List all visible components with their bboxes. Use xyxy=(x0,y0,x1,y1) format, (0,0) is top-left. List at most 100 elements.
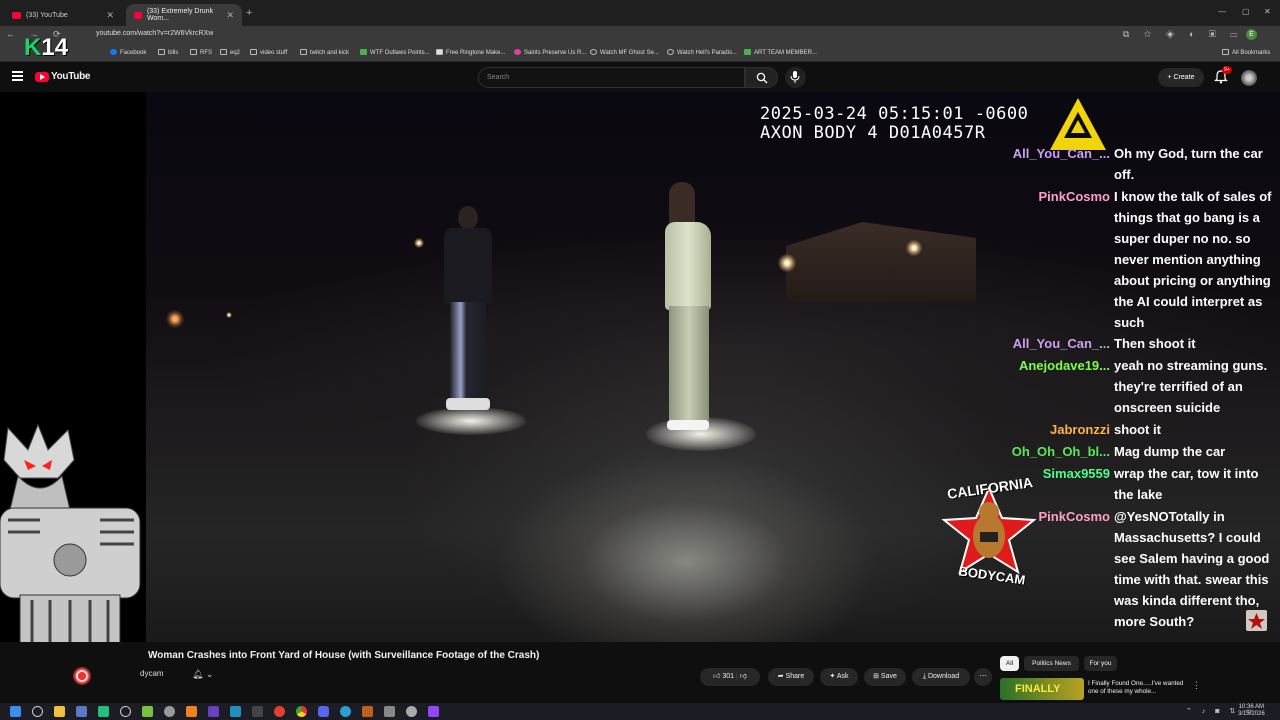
chip-all[interactable]: All xyxy=(1000,656,1019,671)
settings-icon[interactable] xyxy=(120,706,131,717)
site-icon xyxy=(514,49,521,55)
search-input[interactable]: Search xyxy=(478,67,745,88)
youtube-favicon-icon xyxy=(12,11,21,19)
close-window-icon[interactable]: ✕ xyxy=(1264,7,1271,16)
search-icon xyxy=(756,72,768,84)
app-icon[interactable] xyxy=(208,706,219,717)
share-button[interactable]: ➦ Share xyxy=(768,668,814,686)
microphone-icon xyxy=(790,71,800,83)
chat-message: All_You_Can_... Oh my God, turn the car … xyxy=(1005,143,1280,185)
timestamp-line: 2025-03-24 05:15:01 -0600 xyxy=(760,104,1029,124)
app-icon[interactable] xyxy=(406,706,417,717)
bookmark-folder[interactable]: RFS xyxy=(190,49,212,56)
app-icon[interactable] xyxy=(186,706,197,717)
notification-badge: 9+ xyxy=(1222,66,1232,74)
recommended-title[interactable]: I Finally Found One.....I've wanted one … xyxy=(1088,680,1193,696)
search-button[interactable] xyxy=(745,67,778,88)
all-bookmarks[interactable]: All Bookmarks xyxy=(1222,49,1270,56)
search-icon[interactable] xyxy=(32,706,43,717)
porch-light xyxy=(906,240,922,256)
chat-message: Oh_Oh_Oh_bl... Mag dump the car xyxy=(1005,441,1280,462)
bookmark-folder[interactable]: video stuff xyxy=(250,49,287,56)
folder-icon xyxy=(300,49,307,55)
tab-youtube-home[interactable]: (33) YouTube ✕ xyxy=(4,4,122,26)
site-icon xyxy=(590,49,597,55)
voice-search-button[interactable] xyxy=(785,67,806,88)
like-button[interactable]: 👍︎ 301 xyxy=(713,673,734,680)
minimize-icon[interactable]: — xyxy=(1218,7,1226,16)
folder-icon xyxy=(190,49,197,55)
start-icon[interactable] xyxy=(10,706,21,717)
distant-light xyxy=(226,312,232,318)
chip-politics-news[interactable]: Politics News xyxy=(1024,656,1079,671)
url-field[interactable]: youtube.com/watch?v=r2W6VkrcRXw xyxy=(96,30,213,37)
youtube-logo[interactable]: YouTube xyxy=(35,71,91,82)
more-actions-button[interactable]: ⋯ xyxy=(974,668,992,686)
bookmark-item[interactable]: Watch MF Ghost Se... xyxy=(590,49,659,56)
bookmark-item[interactable]: Free Ringtone Make... xyxy=(436,49,505,56)
discord-icon[interactable] xyxy=(318,706,329,717)
chrome-icon[interactable] xyxy=(296,706,307,717)
app-icon[interactable] xyxy=(76,706,87,717)
chat-username: PinkCosmo xyxy=(1038,189,1110,204)
bookmark-item[interactable]: Watch Hell's Paradis... xyxy=(667,49,737,56)
bookmark-folder[interactable]: bills xyxy=(158,49,178,56)
ask-button[interactable]: ✦ Ask xyxy=(820,668,858,686)
channel-name[interactable]: dycam xyxy=(140,669,164,678)
more-options-icon[interactable]: ⋮ xyxy=(1192,680,1201,691)
extension-icons[interactable]: ⧉ ☆ ◈ ◐ ▣ ▭ ⋮ xyxy=(1123,29,1260,40)
bodycam-timestamp: 2025-03-24 05:15:01 -0600 AXON BODY 4 D0… xyxy=(760,105,1028,143)
firefox-icon[interactable] xyxy=(274,706,285,717)
edge-icon[interactable] xyxy=(340,706,351,717)
account-avatar[interactable] xyxy=(1241,70,1257,86)
app-icon[interactable] xyxy=(142,706,153,717)
bookmark-folder[interactable]: twitch and kick xyxy=(300,49,349,56)
app-icon[interactable] xyxy=(362,706,373,717)
taskbar-clock[interactable]: 10:36 AM 3/13/2026 xyxy=(1238,704,1265,718)
subscription-bell-icon[interactable]: 🔔︎ ⌄ xyxy=(192,669,213,680)
download-button[interactable]: ⤓ Download xyxy=(912,668,970,686)
folder-icon xyxy=(250,49,257,55)
maximize-icon[interactable]: ▢ xyxy=(1242,7,1250,16)
dislike-button[interactable]: 👎︎ xyxy=(740,673,747,680)
close-tab-icon[interactable]: ✕ xyxy=(226,10,234,21)
chat-text: yeah no streaming guns. they're terrifie… xyxy=(1114,358,1268,415)
chat-username: Anejodave19... xyxy=(1018,358,1110,373)
chat-username: Simax9559 xyxy=(1042,466,1110,481)
tab-current-video[interactable]: (33) Extremely Drunk Wom... ✕ xyxy=(126,4,242,26)
bookmark-item[interactable]: Saints Preserve Us R... xyxy=(514,49,586,56)
bookmark-folder[interactable]: eq2 xyxy=(220,49,240,56)
youtube-play-icon xyxy=(35,71,49,82)
chip-for-you[interactable]: For you xyxy=(1084,656,1117,671)
app-icon[interactable] xyxy=(384,706,395,717)
clock-date: 3/13/2026 xyxy=(1238,711,1265,717)
profile-avatar[interactable]: E xyxy=(1246,29,1257,40)
clock-time: 10:36 AM xyxy=(1238,704,1265,710)
close-tab-icon[interactable]: ✕ xyxy=(106,10,114,21)
file-explorer-icon[interactable] xyxy=(54,706,65,717)
channel-avatar[interactable] xyxy=(73,667,91,685)
folder-icon xyxy=(158,49,165,55)
bookmark-item[interactable]: ART TEAM MEMBER... xyxy=(744,49,817,56)
app-icon[interactable] xyxy=(164,706,175,717)
chat-text: shoot it xyxy=(1114,422,1161,437)
address-bar: ← → ⟳ youtube.com/watch?v=r2W6VkrcRXw ⧉ … xyxy=(0,26,1280,44)
facebook-icon xyxy=(110,49,117,55)
youtube-header: YouTube Search + Create 9+ xyxy=(0,62,1280,92)
bookmark-item[interactable]: WTF Outlaws Points... xyxy=(360,49,430,56)
tab-title: (33) Extremely Drunk Wom... xyxy=(146,8,214,22)
menu-icon[interactable] xyxy=(12,71,23,81)
recommended-thumbnail[interactable]: FINALLY xyxy=(1000,678,1084,700)
windows-taskbar: ⌃ ♪ ◙ ⇅ ▭ 10:36 AM 3/13/2026 xyxy=(0,703,1280,720)
create-button[interactable]: + Create xyxy=(1158,68,1204,87)
site-icon xyxy=(667,49,674,55)
new-tab-icon[interactable]: + xyxy=(246,7,252,19)
twitch-icon[interactable] xyxy=(428,706,439,717)
bookmark-item[interactable]: Facebook xyxy=(110,49,146,56)
app-icon[interactable] xyxy=(230,706,241,717)
site-icon xyxy=(744,49,751,55)
save-button[interactable]: ⊞ Save xyxy=(864,668,906,686)
video-info-area: Woman Crashes into Front Yard of House (… xyxy=(0,642,1280,704)
app-icon[interactable] xyxy=(252,706,263,717)
app-icon[interactable] xyxy=(98,706,109,717)
